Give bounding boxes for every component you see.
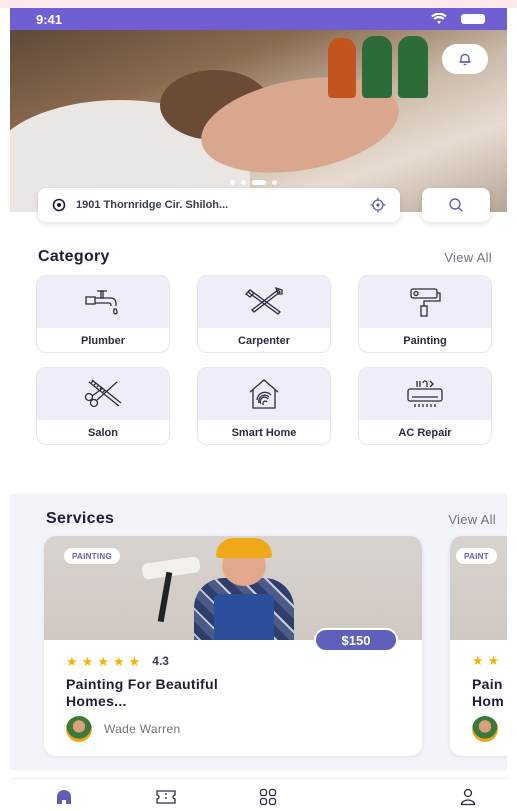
star-icon: ★ [472, 653, 484, 668]
hammer-tools-icon [245, 286, 283, 315]
service-price-badge: $150 [314, 628, 398, 652]
nav-bookings[interactable] [154, 787, 178, 807]
ticket-icon [156, 790, 176, 804]
services-header: Services View All [46, 510, 496, 528]
category-title: Category [38, 248, 110, 265]
nav-profile[interactable] [456, 787, 480, 807]
search-icon [449, 198, 463, 212]
smart-home-icon [249, 379, 279, 409]
bottom-navigation [10, 778, 507, 811]
avatar [66, 716, 92, 742]
location-field[interactable]: 1901 Thornridge Cir. Shiloh... [38, 188, 400, 222]
location-address: 1901 Thornridge Cir. Shiloh... [76, 199, 229, 211]
hero-banner-image[interactable] [10, 30, 507, 212]
star-icon: ★ [97, 653, 109, 669]
air-conditioner-icon [407, 380, 443, 407]
category-grid: Plumber Carpenter Painting Salon Smart H… [36, 275, 492, 445]
phone-screen: 9:41 1901 Thornridge Cir. Shiloh... Cate… [10, 8, 507, 811]
category-card-ac-repair[interactable]: AC Repair [358, 367, 492, 445]
service-title: Pain Hom [472, 676, 507, 710]
status-time: 9:41 [36, 11, 63, 27]
category-label: AC Repair [398, 427, 452, 439]
service-rating: ★ ★ ★ ★ ★ 4.3 [66, 654, 169, 668]
category-label: Salon [88, 427, 118, 439]
services-view-all-link[interactable]: View All [448, 512, 496, 527]
wifi-icon [431, 13, 447, 24]
profile-icon [460, 788, 476, 806]
carousel-dot-active[interactable] [252, 180, 266, 185]
service-category-badge: PAINTING [64, 548, 121, 564]
service-title-line: Hom [472, 693, 505, 709]
service-category-badge: PAINT [456, 548, 497, 564]
carousel-dots[interactable] [230, 180, 277, 185]
category-card-salon[interactable]: Salon [36, 367, 170, 445]
nav-categories[interactable] [256, 787, 280, 807]
service-card[interactable]: PAINTING $150 ★ ★ ★ ★ ★ 4.3 Painting For… [44, 536, 422, 756]
search-button[interactable] [422, 188, 490, 222]
faucet-icon [85, 290, 118, 315]
star-icon: ★ [112, 653, 125, 669]
home-icon [57, 790, 71, 804]
category-card-carpenter[interactable]: Carpenter [197, 275, 331, 353]
service-title: Painting For Beautiful Homes... [66, 676, 316, 710]
carousel-dot[interactable] [272, 180, 277, 185]
service-provider[interactable]: Wade Warren [66, 716, 180, 742]
notification-button[interactable] [442, 44, 488, 74]
bell-icon [459, 53, 471, 66]
service-provider [472, 716, 498, 742]
location-pin-icon [52, 198, 66, 212]
star-icon: ★ [66, 653, 78, 669]
category-view-all-link[interactable]: View All [444, 250, 492, 265]
gps-target-icon[interactable] [370, 197, 386, 213]
star-icon: ★ [81, 653, 94, 669]
service-card-partial[interactable]: PAINT ★ ★ Pain Hom [450, 536, 507, 756]
category-card-smart-home[interactable]: Smart Home [197, 367, 331, 445]
category-header: Category View All [38, 248, 492, 266]
rating-value: 4.3 [152, 654, 169, 668]
category-label: Painting [403, 335, 447, 347]
search-row: 1901 Thornridge Cir. Shiloh... [38, 188, 492, 222]
service-title-line: Homes... [66, 693, 127, 709]
top-decoration [0, 0, 517, 8]
scissors-comb-icon [84, 379, 122, 408]
category-label: Carpenter [238, 335, 290, 347]
carousel-dot[interactable] [241, 180, 246, 185]
paint-roller-icon [410, 288, 441, 317]
category-label: Smart Home [231, 427, 297, 439]
service-title-line: Painting For Beautiful [66, 676, 219, 692]
battery-icon [461, 14, 485, 24]
status-bar: 9:41 [10, 8, 507, 30]
nav-home[interactable] [52, 787, 76, 807]
star-icon: ★ [487, 653, 500, 668]
service-rating: ★ ★ [472, 654, 499, 667]
service-title-line: Pain [472, 676, 503, 692]
carousel-dot[interactable] [230, 180, 235, 185]
star-icon: ★ [128, 653, 141, 669]
services-title: Services [46, 510, 115, 527]
provider-name: Wade Warren [104, 722, 181, 736]
category-label: Plumber [80, 335, 125, 347]
avatar [472, 716, 498, 742]
category-card-plumber[interactable]: Plumber [36, 275, 170, 353]
grid-icon [259, 788, 277, 806]
category-card-painting[interactable]: Painting [358, 275, 492, 353]
